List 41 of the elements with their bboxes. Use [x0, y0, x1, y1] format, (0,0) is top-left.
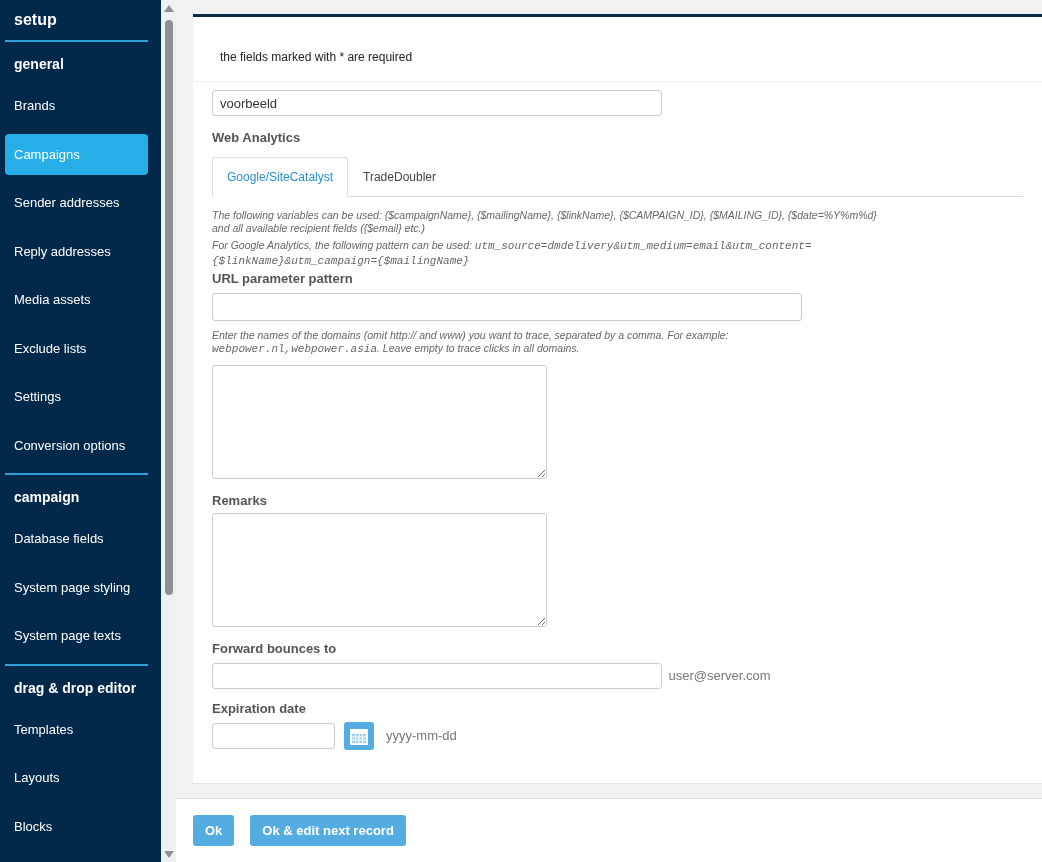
field-label: Web Analytics	[212, 129, 302, 147]
tab[interactable]: TradeDoubler	[348, 156, 451, 197]
section-heading: drag & drop editor	[13, 678, 138, 698]
scrollbar[interactable]	[161, 0, 176, 862]
sidebar-item[interactable]: Templates	[5, 708, 148, 750]
name-field[interactable]: voorbeeld	[212, 90, 662, 116]
format-hint: yyyy-mm-dd	[386, 727, 457, 746]
domains-field[interactable]	[212, 364, 547, 479]
remarks-field[interactable]	[212, 513, 547, 628]
tab[interactable]: Google/SiteCatalyst	[212, 156, 349, 197]
required-note: the fields marked with * are required	[193, 17, 1042, 82]
url-pattern-field[interactable]	[212, 292, 802, 321]
hint-text: The following variables can be used: {$campaignName}, {$mailingName}, {$linkName}, {$CAMPAIGN_ID}, {$MAILING_ID}, {$date=%Y%m%d} and all available recipient fields ({$email} etc.)	[212, 208, 878, 235]
hint-text: Enter the names of the domains (omit http:// and www) you want to trace, separated by a comma. For example: webpower.nl,webpower.asia. Leave empty to trace clicks in all domains.	[212, 328, 730, 357]
scroll-up-icon[interactable]	[164, 5, 174, 12]
hint-text: For Google Analytics, the following pattern can be used: utm_source=dmdelivery&utm_medium=email&utm_content={$linkName}&utm_campaign={$mailingName}	[212, 238, 813, 269]
section-heading: campaign	[13, 488, 81, 507]
sidebar-item[interactable]: System page styling	[5, 566, 148, 608]
sidebar-item[interactable]: Reply addresses	[5, 230, 148, 272]
sidebar-item[interactable]: System page texts	[5, 615, 148, 657]
sidebar-item[interactable]: Blocks	[5, 805, 148, 847]
sidebar-item[interactable]: Database fields	[5, 518, 148, 560]
sidebar-item[interactable]: Layouts	[5, 757, 148, 799]
section-heading: general	[13, 55, 65, 74]
calendar-icon	[350, 727, 368, 745]
sidebar-item[interactable]: Exclude lists	[5, 327, 148, 369]
sidebar-item[interactable]: Brands	[5, 85, 148, 127]
field-label: URL parameter pattern	[212, 270, 354, 289]
sidebar-item[interactable]: Media assets	[5, 279, 148, 321]
field-label: Expiration date	[212, 699, 307, 718]
email-field[interactable]	[212, 662, 662, 689]
field-label: Remarks	[212, 491, 268, 510]
date-field[interactable]	[212, 723, 335, 750]
sidebar-title: setup	[13, 10, 58, 30]
scroll-down-icon[interactable]	[164, 851, 174, 858]
sidebar-item[interactable]: Conversion options	[5, 424, 148, 466]
sidebar-item[interactable]: Settings	[5, 376, 148, 418]
format-hint: user@server.com	[668, 666, 771, 685]
sidebar-item[interactable]: Sender addresses	[5, 182, 148, 224]
calendar-button[interactable]	[344, 722, 374, 751]
field-label: Forward bounces to	[212, 640, 338, 659]
